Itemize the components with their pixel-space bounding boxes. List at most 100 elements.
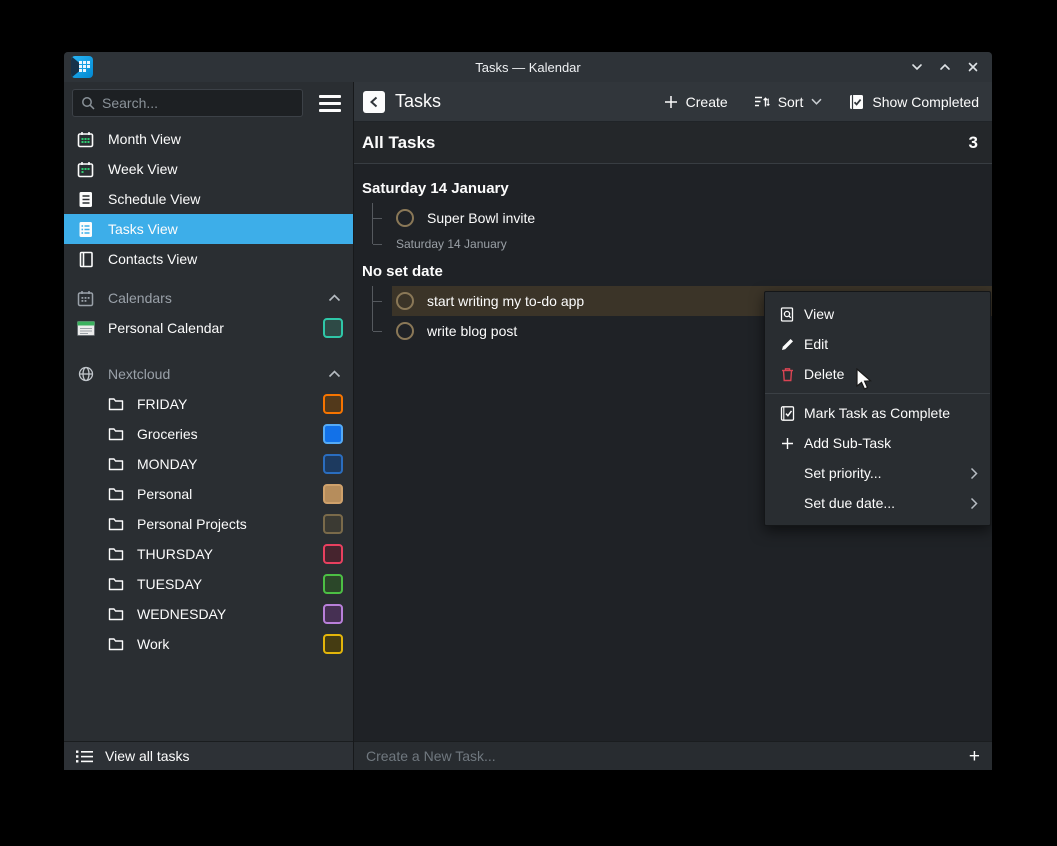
maximize-button[interactable] [936, 58, 954, 76]
minimize-button[interactable] [908, 58, 926, 76]
search-input[interactable] [102, 95, 294, 111]
calendar-row-wednesday[interactable]: WEDNESDAY [64, 599, 353, 629]
chevron-down-icon [811, 98, 822, 105]
submenu-chevron-icon [970, 467, 978, 480]
section-label: Nextcloud [108, 366, 170, 382]
calendar-row-personal-calendar[interactable]: Personal Calendar [64, 313, 353, 343]
menu-item-edit[interactable]: Edit [765, 329, 990, 359]
mini-calendar-icon [76, 321, 95, 336]
calendar-checkbox[interactable] [323, 318, 343, 338]
task-due-date: Saturday 14 January [392, 237, 507, 251]
menu-item-set-due-date[interactable]: Set due date... [765, 488, 990, 518]
calendar-checkbox[interactable] [323, 514, 343, 534]
submenu-chevron-icon [970, 497, 978, 510]
menu-button[interactable] [313, 89, 347, 117]
sidebar-item-contacts-view[interactable]: Contacts View [64, 244, 353, 274]
section-header-calendars[interactable]: Calendars [64, 283, 353, 313]
calendar-row-groceries[interactable]: Groceries [64, 419, 353, 449]
folder-icon [108, 487, 124, 501]
chevron-down-icon [911, 61, 923, 73]
calendar-label: Personal Projects [137, 516, 247, 532]
sidebar-item-label: Tasks View [108, 221, 178, 237]
sidebar-item-label: Week View [108, 161, 178, 177]
new-task-bar[interactable]: + [354, 741, 992, 770]
calendar-row-friday[interactable]: FRIDAY [64, 389, 353, 419]
sidebar-item-month-view[interactable]: Month View [64, 124, 353, 154]
folder-icon [108, 457, 124, 471]
task-complete-circle[interactable] [396, 322, 414, 340]
trash-icon [779, 367, 795, 382]
tree-guide [372, 286, 392, 316]
task-title: start writing my to-do app [427, 293, 584, 309]
collapse-chevron-icon[interactable] [328, 294, 341, 302]
window-title: Tasks — Kalendar [64, 60, 992, 75]
menu-item-delete[interactable]: Delete [765, 359, 990, 389]
calendar-label: Personal Calendar [108, 320, 224, 336]
folder-icon [108, 547, 124, 561]
calendars-icon [76, 290, 95, 307]
calendar-checkbox[interactable] [323, 574, 343, 594]
calendar-label: Groceries [137, 426, 198, 442]
calendar-label: MONDAY [137, 456, 197, 472]
task-row[interactable]: Super Bowl invite [354, 203, 992, 233]
search-box[interactable] [72, 89, 303, 117]
calendar-label: Personal [137, 486, 192, 502]
task-count-badge: 3 [969, 133, 978, 153]
create-button[interactable]: Create [664, 94, 728, 110]
new-task-input[interactable] [366, 748, 967, 764]
context-menu: View Edit Delete [764, 291, 991, 526]
calendar-row-thursday[interactable]: THURSDAY [64, 539, 353, 569]
close-button[interactable] [964, 58, 982, 76]
calendar-label: WEDNESDAY [137, 606, 226, 622]
menu-item-set-priority[interactable]: Set priority... [765, 458, 990, 488]
screen: Tasks — Kalendar [0, 0, 1057, 846]
view-title: Tasks [395, 91, 441, 112]
sidebar-item-label: Schedule View [108, 191, 200, 207]
sidebar-item-week-view[interactable]: Week View [64, 154, 353, 184]
task-complete-circle[interactable] [396, 209, 414, 227]
calendar-checkbox[interactable] [323, 454, 343, 474]
calendar-row-personal[interactable]: Personal [64, 479, 353, 509]
menu-item-add-subtask[interactable]: Add Sub-Task [765, 428, 990, 458]
calendar-label: Work [137, 636, 169, 652]
search-icon [81, 96, 95, 110]
kalendar-window: Tasks — Kalendar [64, 52, 992, 770]
add-task-button[interactable]: + [967, 747, 982, 766]
check-journal-icon [779, 406, 795, 421]
titlebar[interactable]: Tasks — Kalendar [64, 52, 992, 82]
folder-icon [108, 427, 124, 441]
completed-journal-icon [848, 94, 864, 110]
calendar-checkbox[interactable] [323, 394, 343, 414]
chevron-up-icon [939, 61, 951, 73]
show-completed-button[interactable]: Show Completed [848, 94, 979, 110]
sidebar-item-schedule-view[interactable]: Schedule View [64, 184, 353, 214]
calendar-checkbox[interactable] [323, 424, 343, 444]
calendar-row-personal-projects[interactable]: Personal Projects [64, 509, 353, 539]
view-all-tasks-button[interactable]: View all tasks [64, 741, 353, 770]
calendar-checkbox[interactable] [323, 544, 343, 564]
calendar-row-monday[interactable]: MONDAY [64, 449, 353, 479]
menu-item-view[interactable]: View [765, 299, 990, 329]
calendar-row-tuesday[interactable]: TUESDAY [64, 569, 353, 599]
sidebar-item-label: Contacts View [108, 251, 197, 267]
tree-guide [372, 316, 392, 346]
menu-separator [765, 393, 990, 394]
calendar-checkbox[interactable] [323, 604, 343, 624]
section-header-nextcloud[interactable]: Nextcloud [64, 359, 353, 389]
folder-icon [108, 397, 124, 411]
calendar-checkbox[interactable] [323, 634, 343, 654]
plus-icon [664, 95, 678, 109]
journal-icon [76, 191, 95, 208]
folder-icon [108, 577, 124, 591]
menu-item-mark-complete[interactable]: Mark Task as Complete [765, 398, 990, 428]
calendar-row-work[interactable]: Work [64, 629, 353, 659]
sort-button[interactable]: Sort [754, 94, 823, 110]
task-complete-circle[interactable] [396, 292, 414, 310]
collapse-chevron-icon[interactable] [328, 370, 341, 378]
calendar-checkbox[interactable] [323, 484, 343, 504]
view-document-icon [779, 307, 795, 322]
folder-icon [108, 637, 124, 651]
task-list-bullets-icon [76, 750, 93, 763]
sidebar-item-tasks-view[interactable]: Tasks View [64, 214, 353, 244]
sort-icon [754, 95, 770, 109]
